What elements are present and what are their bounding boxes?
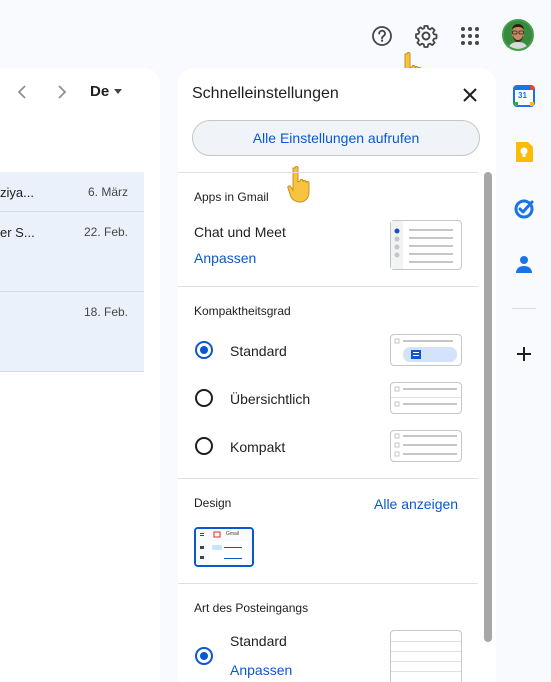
chevron-down-icon[interactable] [114,89,122,94]
side-rail: 31 [502,68,551,682]
add-icon[interactable] [512,342,536,366]
chevron-right-icon[interactable] [54,82,70,102]
divider [178,172,478,173]
close-icon[interactable] [460,85,480,105]
divider [178,583,478,584]
calendar-icon[interactable]: 31 [512,84,536,108]
inbox-type-section-label: Art des Posteingangs [194,601,309,615]
help-icon[interactable] [366,20,398,52]
design-show-all-link[interactable]: Alle anzeigen [374,496,458,512]
mail-date: 22. Feb. [83,225,128,239]
density-option-label: Kompakt [230,439,286,455]
chat-meet-label: Chat und Meet [194,224,286,240]
mail-snippet: ziya... [0,185,34,200]
input-language-selector[interactable]: De [90,83,109,100]
mail-date: 18. Feb. [83,305,128,319]
inbox-type-customize-link[interactable]: Anpassen [230,662,292,678]
top-bar [0,0,551,68]
density-comfortable-preview [390,382,462,414]
inbox-type-option-label: Standard [230,633,287,649]
settings-gear-icon[interactable] [410,20,442,52]
inbox-type-preview [390,630,462,682]
pointer-hand-icon [286,164,316,204]
mail-snippet: er S... [0,225,35,240]
mail-row[interactable]: 18. Feb. [0,292,144,372]
chat-meet-preview [390,220,462,270]
mail-list-toolbar: De [0,80,160,104]
apps-customize-link[interactable]: Anpassen [194,250,256,266]
avatar[interactable] [502,19,534,51]
chevron-left-icon[interactable] [14,82,30,102]
density-compact-preview [390,430,462,462]
keep-icon[interactable] [512,140,536,164]
density-option-label: Standard [230,343,287,359]
quick-settings-title: Schnelleinstellungen [192,85,339,102]
divider [178,478,478,479]
apps-section-label: Apps in Gmail [194,190,269,204]
density-radio-compact[interactable] [195,437,213,455]
density-radio-comfortable[interactable] [195,389,213,407]
tasks-icon[interactable] [512,196,536,220]
design-section-label: Design [194,496,232,510]
apps-grid-icon[interactable] [454,20,486,52]
density-standard-preview [390,334,462,366]
contacts-icon[interactable] [512,252,536,276]
all-settings-button[interactable]: Alle Einstellungen aufrufen [192,120,480,156]
quick-settings-panel: Schnelleinstellungen Alle Einstellungen … [178,68,496,682]
mail-date: 6. März [87,185,128,199]
scrollbar-thumb[interactable] [484,172,492,642]
mail-list-panel: De ziya... 6. März er S... 22. Feb. 18. … [0,68,160,682]
calendar-day: 31 [518,91,527,100]
mail-row[interactable]: er S... 22. Feb. [0,212,144,292]
rail-divider [512,308,536,309]
density-section-label: Kompaktheitsgrad [194,304,291,318]
density-option-label: Übersichtlich [230,391,311,407]
mail-row[interactable]: ziya... 6. März [0,172,144,212]
design-theme-thumbnail[interactable]: Gmail [194,527,254,567]
inbox-type-radio-standard[interactable] [195,647,213,665]
divider [178,286,478,287]
design-thumb-label: Gmail [226,531,240,537]
density-radio-standard[interactable] [195,341,213,359]
